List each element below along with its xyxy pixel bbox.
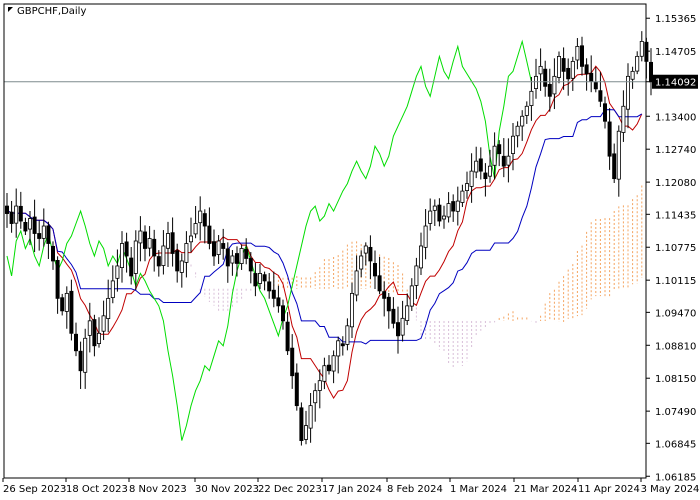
- y-tick-label: 1.06185: [655, 472, 696, 483]
- y-tick-label: 1.07490: [655, 407, 696, 418]
- y-tick-label: 1.13400: [655, 112, 696, 123]
- y-tick-label: 1.14705: [655, 47, 696, 58]
- candle: [299, 402, 304, 446]
- current-price-label: 1.14092: [655, 78, 696, 89]
- y-tick-label: 1.08150: [655, 374, 696, 385]
- chart-background: [0, 0, 700, 500]
- y-tick-label: 1.10115: [655, 276, 696, 287]
- x-tick-label: 8 Feb 2024: [387, 484, 443, 495]
- x-tick-label: 11 Apr 2024: [578, 484, 640, 495]
- x-tick-label: 1 Mar 2024: [450, 484, 507, 495]
- y-tick-label: 1.09470: [655, 308, 696, 319]
- y-tick-label: 1.11435: [655, 210, 696, 221]
- x-tick-label: 22 Dec 2023: [258, 484, 322, 495]
- x-tick-label: 3 May 2024: [641, 484, 700, 495]
- x-tick-label: 18 Oct 2023: [66, 484, 128, 495]
- y-tick-label: 1.12740: [655, 145, 696, 156]
- y-tick-label: 1.10775: [655, 243, 696, 254]
- x-tick-label: 26 Sep 2023: [3, 484, 66, 495]
- y-tick-label: 1.08810: [655, 341, 696, 352]
- x-tick-label: 17 Jan 2024: [322, 484, 382, 495]
- x-tick-label: 21 Mar 2024: [514, 484, 577, 495]
- y-tick-label: 1.06845: [655, 439, 696, 450]
- chart-title: GBPCHF,Daily: [17, 6, 86, 17]
- y-tick-label: 1.12080: [655, 178, 696, 189]
- x-tick-label: 30 Nov 2023: [195, 484, 259, 495]
- chart: 1.15365 1.14705 1.14092 1.13400 1.12740 1.120…: [0, 0, 700, 500]
- x-tick-label: 8 Nov 2023: [129, 484, 187, 495]
- y-tick-label: 1.15365: [655, 14, 696, 25]
